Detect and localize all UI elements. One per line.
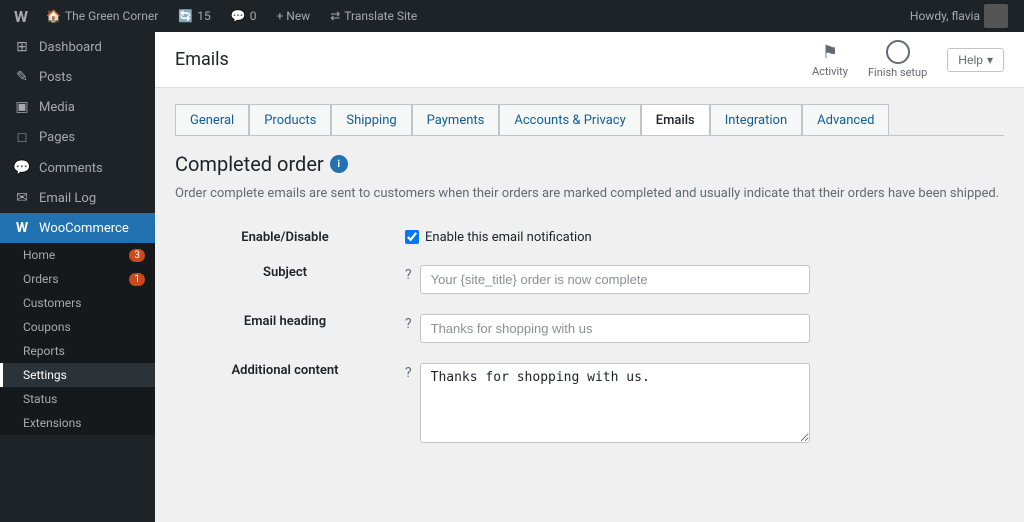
admin-bar: W 🏠 The Green Corner 🔄 15 💬 0 + New ⇄ Tr… <box>0 0 1024 32</box>
additional-content-help-icon[interactable]: ? <box>405 365 412 381</box>
orders-badge: 1 <box>129 273 145 286</box>
subject-help-icon[interactable]: ? <box>405 267 412 283</box>
topbar-right: ⚑ Activity Finish setup Help ▾ <box>812 40 1004 79</box>
sidebar-item-email-log[interactable]: ✉ Email Log <box>0 183 155 213</box>
chevron-down-icon: ▾ <box>987 53 993 67</box>
wp-logo[interactable]: W <box>8 0 34 32</box>
content-area: Emails ⚑ Activity Finish setup Help ▾ <box>155 32 1024 522</box>
circle-icon <box>886 40 910 64</box>
page-title: Emails <box>175 49 229 70</box>
tab-accounts-privacy[interactable]: Accounts & Privacy <box>499 104 640 136</box>
sidebar-item-posts[interactable]: ✎ Posts <box>0 62 155 92</box>
additional-content-textarea[interactable]: Thanks for shopping with us. <box>420 363 810 443</box>
adminbar-site-name[interactable]: 🏠 The Green Corner <box>38 0 166 32</box>
sidebar-item-home[interactable]: Home 3 <box>0 243 155 267</box>
adminbar-updates[interactable]: 🔄 15 <box>170 0 218 32</box>
sidebar-item-woocommerce[interactable]: W WooCommerce <box>0 213 155 243</box>
tab-shipping[interactable]: Shipping <box>331 104 411 136</box>
adminbar-new[interactable]: + New <box>268 0 318 32</box>
tab-products[interactable]: Products <box>249 104 331 136</box>
settings-form: Enable/Disable Enable this email notific… <box>175 220 1004 453</box>
sidebar-item-coupons[interactable]: Coupons <box>0 315 155 339</box>
sidebar-item-settings[interactable]: Settings <box>0 363 155 387</box>
sidebar-item-status[interactable]: Status <box>0 387 155 411</box>
email-heading-help-icon[interactable]: ? <box>405 316 412 332</box>
form-row-enable: Enable/Disable Enable this email notific… <box>175 220 1004 255</box>
form-row-subject: Subject ? <box>175 255 1004 304</box>
finish-setup-button[interactable]: Finish setup <box>868 40 927 79</box>
pages-icon: □ <box>13 129 31 146</box>
tab-advanced[interactable]: Advanced <box>802 104 889 136</box>
enable-checkbox-row: Enable this email notification <box>405 230 1004 245</box>
comments-icon: 💬 <box>13 160 31 176</box>
sidebar-item-reports[interactable]: Reports <box>0 339 155 363</box>
avatar <box>984 4 1008 28</box>
adminbar-translate[interactable]: ⇄ Translate Site <box>322 0 425 32</box>
woo-submenu: Home 3 Orders 1 Customers Coupons Report… <box>0 243 155 435</box>
form-row-additional-content: Additional content ? Thanks for shopping… <box>175 353 1004 453</box>
tab-emails[interactable]: Emails <box>641 104 710 136</box>
sidebar-item-customers[interactable]: Customers <box>0 291 155 315</box>
posts-icon: ✎ <box>13 69 31 85</box>
main-layout: ⊞ Dashboard ✎ Posts ▣ Media □ Pages 💬 Co… <box>0 32 1024 522</box>
email-heading-field: ? <box>395 304 1004 353</box>
sidebar-item-comments[interactable]: 💬 Comments <box>0 153 155 183</box>
comments-icon: 💬 <box>231 9 246 23</box>
subject-input[interactable] <box>420 265 810 294</box>
help-button[interactable]: Help ▾ <box>947 48 1004 72</box>
dashboard-icon: ⊞ <box>13 39 31 55</box>
section-description: Order complete emails are sent to custom… <box>175 184 1004 204</box>
email-heading-label: Email heading <box>175 304 395 353</box>
sidebar-item-pages[interactable]: □ Pages <box>0 122 155 153</box>
enable-checkbox[interactable] <box>405 230 419 244</box>
sidebar-item-orders[interactable]: Orders 1 <box>0 267 155 291</box>
tab-payments[interactable]: Payments <box>412 104 500 136</box>
settings-tabs: General Products Shipping Payments Accou… <box>175 104 1004 136</box>
tab-general[interactable]: General <box>175 104 249 136</box>
sidebar-item-dashboard[interactable]: ⊞ Dashboard <box>0 32 155 62</box>
enable-checkbox-label: Enable this email notification <box>425 230 592 245</box>
content-topbar: Emails ⚑ Activity Finish setup Help ▾ <box>155 32 1024 88</box>
additional-content-label: Additional content <box>175 353 395 453</box>
subject-row: ? <box>405 265 1004 294</box>
email-heading-input[interactable] <box>420 314 810 343</box>
home-icon: 🏠 <box>46 9 61 23</box>
section-title: Completed order i <box>175 152 1004 176</box>
adminbar-right: Howdy, flavia <box>902 4 1016 28</box>
sidebar: ⊞ Dashboard ✎ Posts ▣ Media □ Pages 💬 Co… <box>0 32 155 522</box>
page-content: General Products Shipping Payments Accou… <box>155 88 1024 522</box>
updates-icon: 🔄 <box>178 9 193 23</box>
email-log-icon: ✉ <box>13 190 31 206</box>
sidebar-item-extensions[interactable]: Extensions <box>0 411 155 435</box>
subject-label: Subject <box>175 255 395 304</box>
sidebar-item-media[interactable]: ▣ Media <box>0 92 155 122</box>
translate-icon: ⇄ <box>330 9 340 23</box>
info-icon[interactable]: i <box>330 155 348 173</box>
wp-logo-icon: W <box>14 7 28 26</box>
enable-label: Enable/Disable <box>175 220 395 255</box>
additional-content-field: ? Thanks for shopping with us. <box>395 353 1004 453</box>
activity-button[interactable]: ⚑ Activity <box>812 42 848 78</box>
home-badge: 3 <box>129 249 145 262</box>
woo-icon: W <box>13 220 31 236</box>
adminbar-howdy[interactable]: Howdy, flavia <box>902 4 1016 28</box>
additional-content-row: ? Thanks for shopping with us. <box>405 363 1004 443</box>
enable-field: Enable this email notification <box>395 220 1004 255</box>
subject-field: ? <box>395 255 1004 304</box>
form-row-email-heading: Email heading ? <box>175 304 1004 353</box>
flag-icon: ⚑ <box>822 42 838 63</box>
email-heading-row: ? <box>405 314 1004 343</box>
adminbar-comments[interactable]: 💬 0 <box>223 0 265 32</box>
media-icon: ▣ <box>13 99 31 115</box>
tab-integration[interactable]: Integration <box>710 104 802 136</box>
